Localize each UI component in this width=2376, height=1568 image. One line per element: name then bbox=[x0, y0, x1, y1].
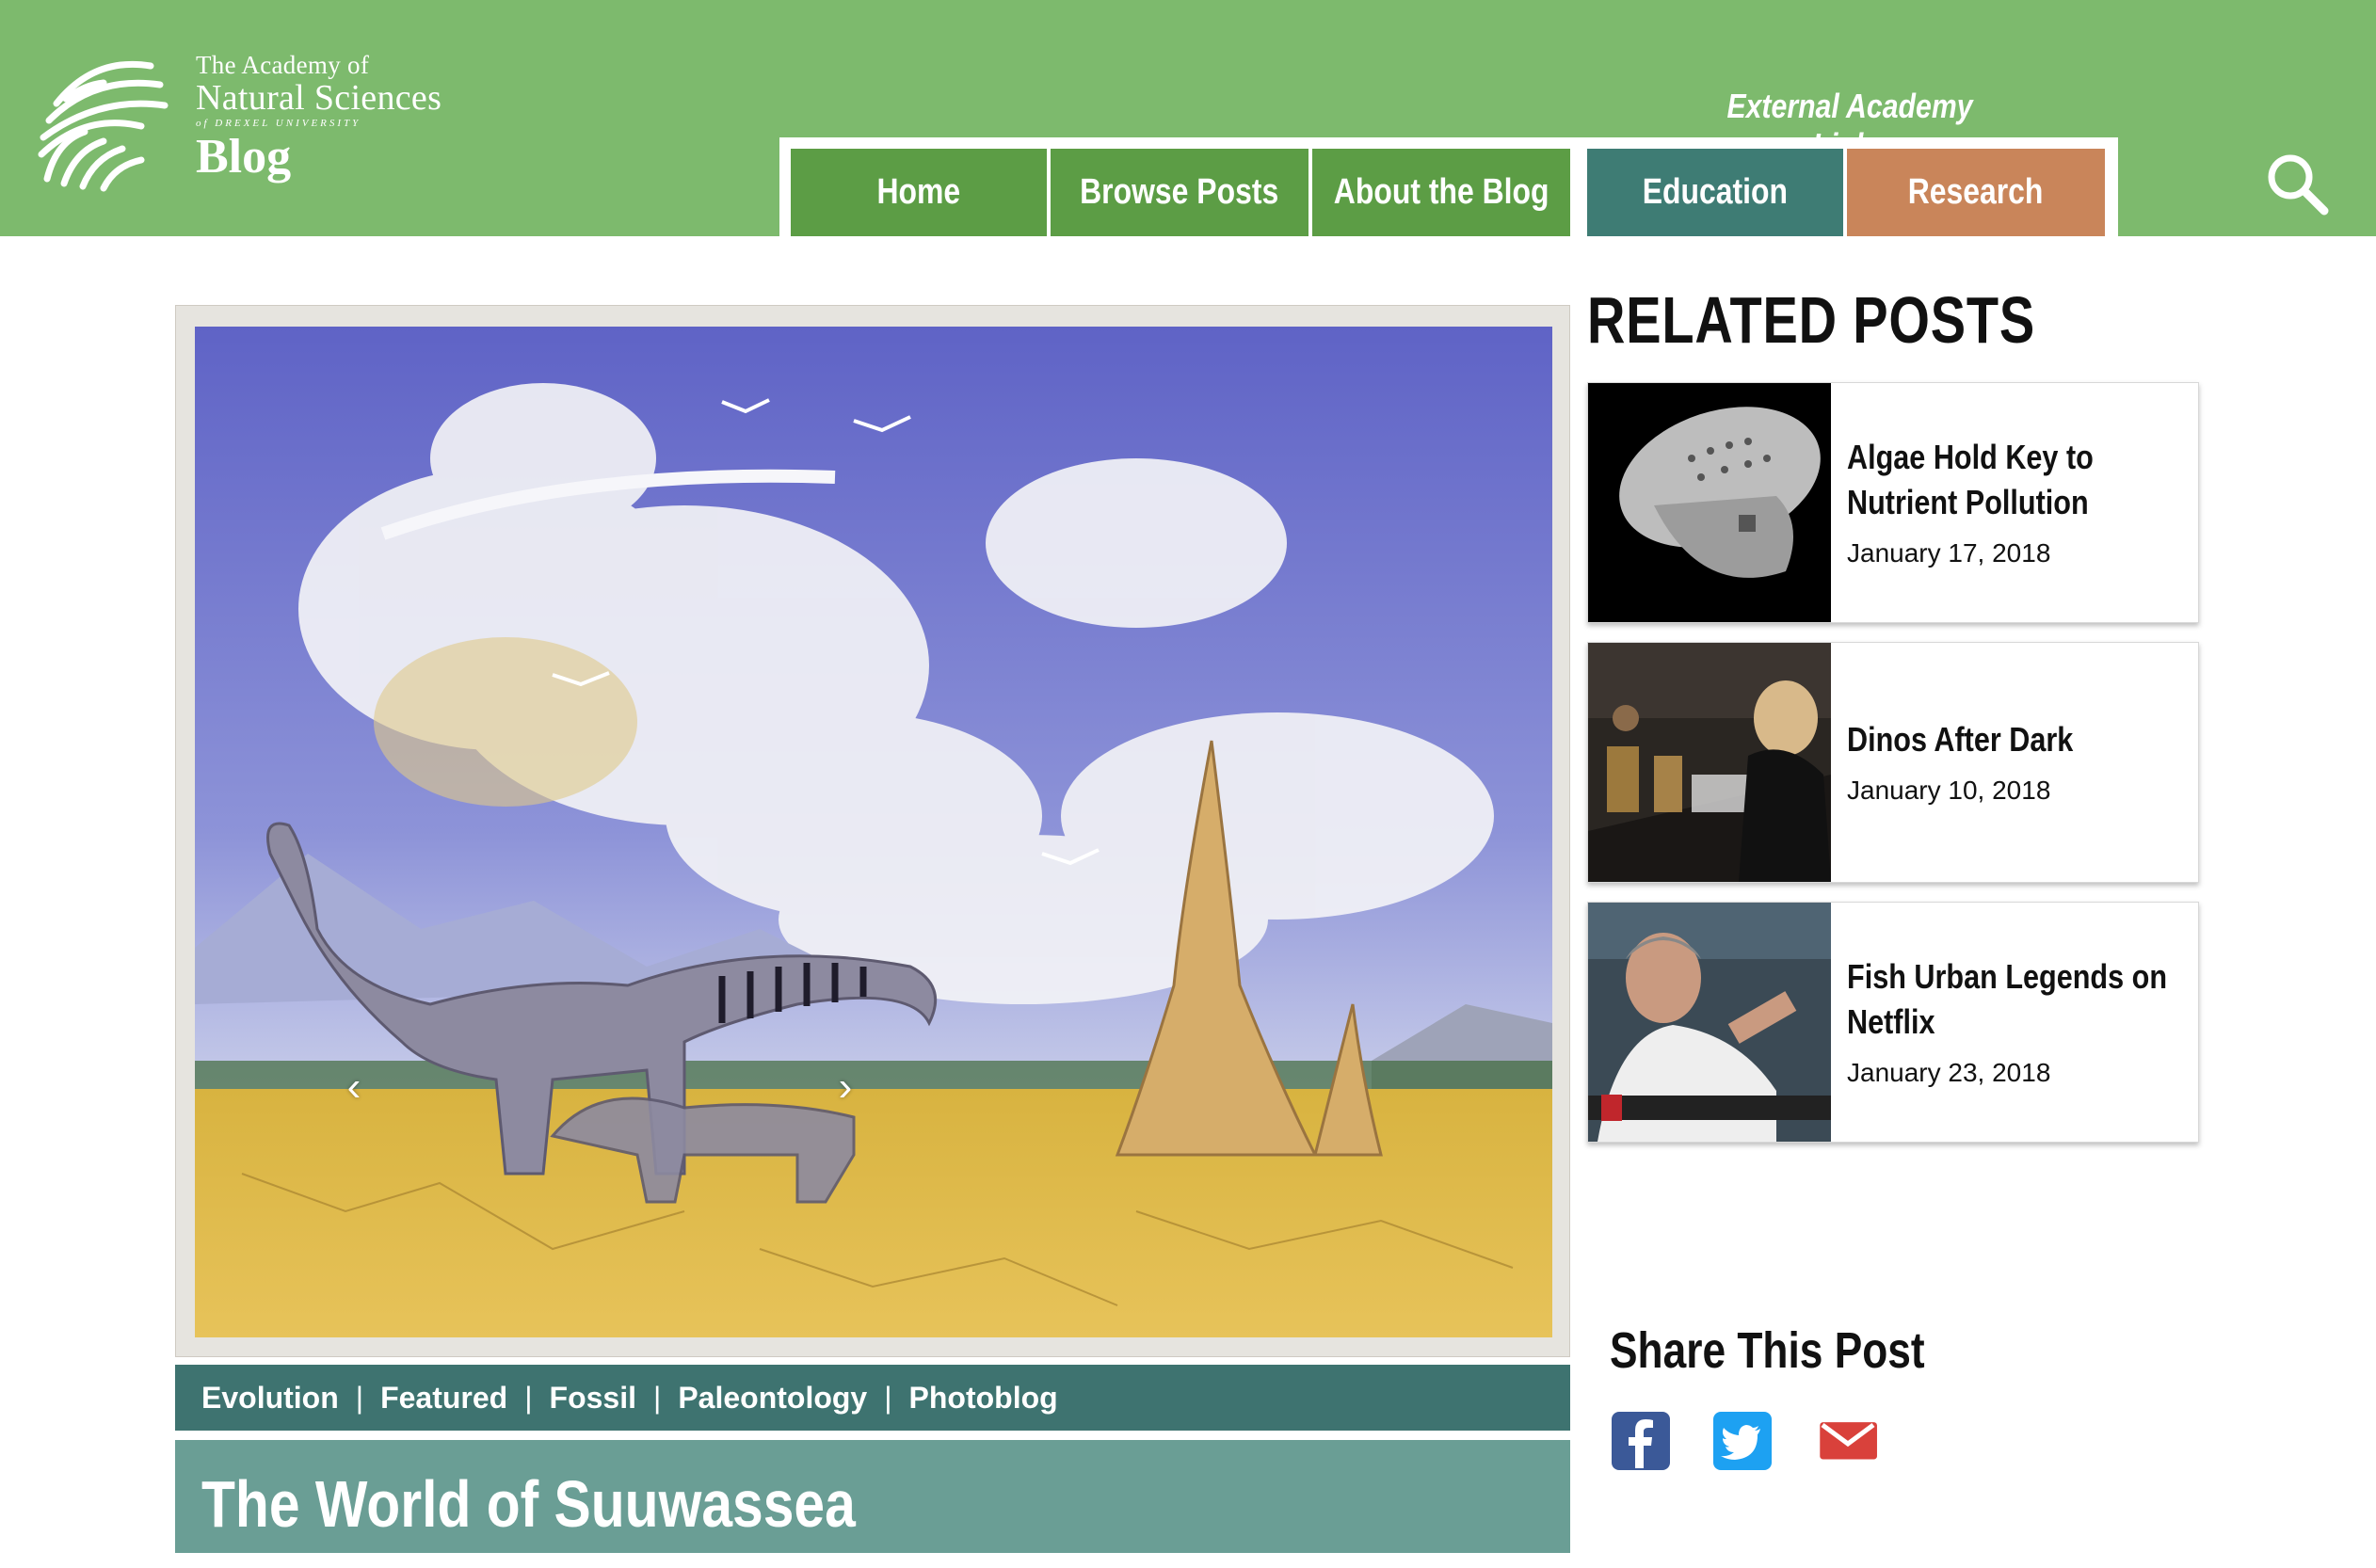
nav-about-label: About the Blog bbox=[1333, 172, 1549, 212]
nav-research[interactable]: Research bbox=[1847, 149, 2105, 236]
related-post-text: Fish Urban Legends on Netflix January 23… bbox=[1847, 903, 2185, 1142]
logo-line-drexel: of DREXEL UNIVERSITY bbox=[196, 118, 361, 129]
related-post-text: Dinos After Dark January 10, 2018 bbox=[1847, 643, 2185, 882]
related-post-date: January 10, 2018 bbox=[1847, 776, 2051, 805]
related-post-card[interactable]: Fish Urban Legends on Netflix January 23… bbox=[1587, 902, 2199, 1143]
facebook-icon[interactable] bbox=[1610, 1410, 1672, 1472]
nav-home[interactable]: Home bbox=[791, 149, 1047, 236]
logo-line-natural-sciences: Natural Sciences bbox=[196, 78, 442, 118]
nav-education-label: Education bbox=[1642, 172, 1789, 212]
related-post-thumbnail-diatom bbox=[1588, 383, 1831, 622]
tag-separator: | bbox=[653, 1380, 662, 1415]
carousel-prev-icon[interactable]: ‹ bbox=[335, 1064, 373, 1111]
nav-research-label: Research bbox=[1908, 172, 2044, 212]
carousel-next-icon[interactable]: › bbox=[827, 1064, 864, 1111]
post-title-bar: The World of Suuwassea bbox=[175, 1440, 1570, 1553]
email-icon[interactable] bbox=[1817, 1410, 1879, 1472]
tag-evolution[interactable]: Evolution bbox=[201, 1381, 339, 1416]
museum-event-photo-image bbox=[1588, 643, 1831, 882]
tag-separator: | bbox=[355, 1380, 364, 1415]
nav-home-label: Home bbox=[876, 172, 961, 212]
related-post-date: January 23, 2018 bbox=[1847, 1058, 2051, 1087]
related-post-thumbnail-event bbox=[1588, 643, 1831, 882]
logo-line-blog: Blog bbox=[196, 130, 292, 184]
tag-fossil[interactable]: Fossil bbox=[550, 1381, 636, 1416]
site-logo[interactable]: The Academy of Natural Sciences of DREXE… bbox=[28, 47, 461, 198]
leaf-logo-icon bbox=[38, 60, 169, 192]
related-post-card[interactable]: Algae Hold Key to Nutrient Pollution Jan… bbox=[1587, 382, 2199, 623]
tag-featured[interactable]: Featured bbox=[380, 1381, 507, 1416]
related-post-title: Fish Urban Legends on Netflix bbox=[1847, 957, 2168, 1041]
post-title: The World of Suuwassea bbox=[201, 1467, 856, 1541]
tag-separator: | bbox=[524, 1380, 533, 1415]
nav-browse-posts-label: Browse Posts bbox=[1080, 172, 1279, 212]
related-post-title: Dinos After Dark bbox=[1847, 720, 2074, 759]
nav-browse-posts[interactable]: Browse Posts bbox=[1051, 149, 1308, 236]
related-post-thumbnail-video bbox=[1588, 903, 1831, 1142]
related-posts-heading: RELATED POSTS bbox=[1587, 283, 2036, 357]
featured-image bbox=[175, 305, 1570, 1357]
scientist-video-still-image bbox=[1588, 903, 1831, 1142]
share-this-post-heading: Share This Post bbox=[1610, 1322, 1925, 1379]
twitter-icon[interactable] bbox=[1711, 1410, 1774, 1472]
logo-wordmark: The Academy of Natural Sciences of DREXE… bbox=[196, 51, 441, 184]
post-tags-bar: Evolution | Featured | Fossil | Paleonto… bbox=[175, 1365, 1570, 1431]
related-post-title: Algae Hold Key to Nutrient Pollution bbox=[1847, 438, 2094, 521]
site-header: The Academy of Natural Sciences of DREXE… bbox=[0, 0, 2376, 236]
tag-separator: | bbox=[884, 1380, 892, 1415]
related-post-text: Algae Hold Key to Nutrient Pollution Jan… bbox=[1847, 383, 2185, 622]
dinosaur-painting bbox=[195, 327, 1552, 1337]
nav-about-the-blog[interactable]: About the Blog bbox=[1312, 149, 1570, 236]
tag-photoblog[interactable]: Photoblog bbox=[909, 1381, 1058, 1416]
logo-line-academy: The Academy of bbox=[196, 51, 370, 79]
tag-paleontology[interactable]: Paleontology bbox=[678, 1381, 867, 1416]
nav-education[interactable]: Education bbox=[1587, 149, 1843, 236]
search-icon[interactable] bbox=[2264, 151, 2332, 218]
related-post-card[interactable]: Dinos After Dark January 10, 2018 bbox=[1587, 642, 2199, 883]
related-post-date: January 17, 2018 bbox=[1847, 538, 2051, 568]
diatom-micrograph-image bbox=[1588, 383, 1831, 622]
